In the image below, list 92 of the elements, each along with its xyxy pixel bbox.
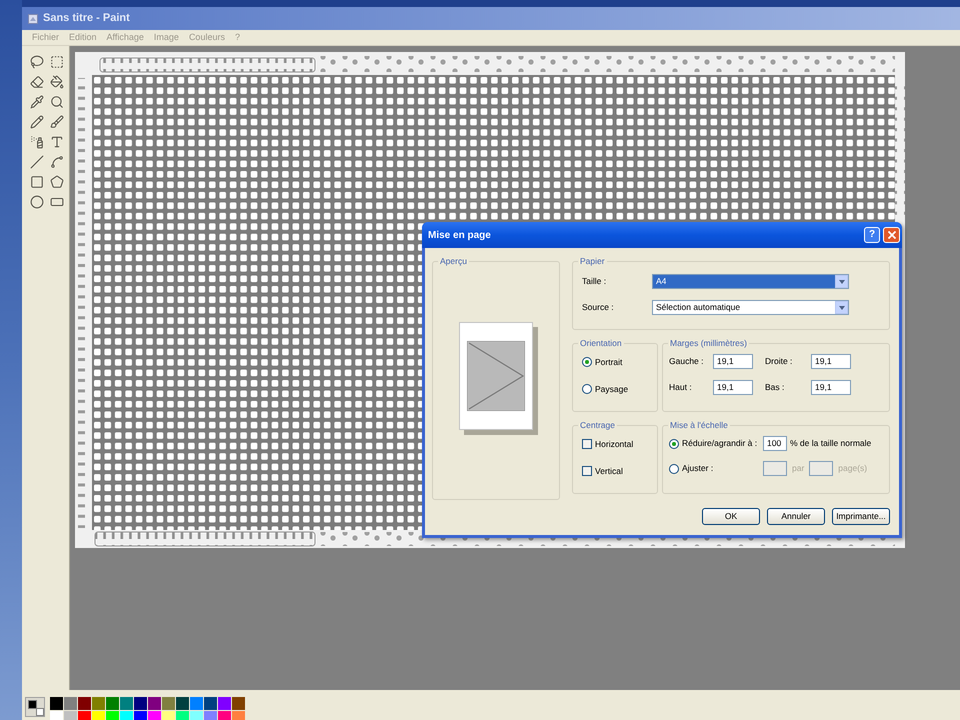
palette-swatch-icon[interactable] <box>204 697 217 710</box>
group-label: Papier <box>579 256 606 266</box>
radio-button[interactable] <box>582 384 592 394</box>
palette-swatch-icon[interactable] <box>106 697 119 710</box>
palette-swatch-icon[interactable] <box>162 697 175 710</box>
palette-swatch-icon[interactable] <box>50 697 63 710</box>
background-swatch-icon[interactable] <box>36 708 44 716</box>
close-icon <box>888 231 896 239</box>
radio-label[interactable]: Réduire/agrandir à : <box>679 437 763 450</box>
palette-swatch-icon[interactable] <box>218 711 231 720</box>
paper-size-select[interactable]: A4 <box>652 274 849 289</box>
palette-swatch-icon[interactable] <box>64 711 77 720</box>
palette-swatch-icon[interactable] <box>148 697 161 710</box>
palette-swatch-icon[interactable] <box>120 697 133 710</box>
dropdown-arrow-icon <box>838 280 844 284</box>
dropdown-arrow-icon <box>838 306 844 310</box>
palette-swatch-icon[interactable] <box>134 711 147 720</box>
polygon-icon[interactable] <box>50 175 64 189</box>
palette-swatch-icon[interactable] <box>190 711 203 720</box>
dropdown-button[interactable] <box>835 301 848 314</box>
rectangle-icon[interactable] <box>30 175 44 189</box>
group-label: Marges (millimètres) <box>669 338 748 348</box>
spray-can-icon[interactable] <box>30 135 44 149</box>
paint-bucket-icon[interactable] <box>50 75 64 89</box>
palette-swatch-icon[interactable] <box>148 711 161 720</box>
field-label: Taille : <box>582 275 608 288</box>
foreground-swatch-icon[interactable] <box>28 700 37 709</box>
magnifier-icon[interactable] <box>50 95 64 109</box>
eraser-icon[interactable] <box>30 75 44 89</box>
curve-icon[interactable] <box>50 155 64 169</box>
palette-swatch-icon[interactable] <box>232 711 245 720</box>
palette-swatch-icon[interactable] <box>78 711 91 720</box>
field-label: Bas : <box>765 381 786 394</box>
palette-swatch-icon[interactable] <box>134 697 147 710</box>
dropdown-button[interactable] <box>835 275 848 288</box>
paper-source-select[interactable]: Sélection automatique <box>652 300 849 315</box>
palette-swatch-icon[interactable] <box>176 697 189 710</box>
checkbox[interactable] <box>582 466 592 476</box>
radio-label[interactable]: Portrait <box>595 356 622 369</box>
lasso-icon[interactable] <box>30 55 44 69</box>
field-label: Source : <box>582 301 615 314</box>
scale-percent-input[interactable]: 100 <box>763 436 787 451</box>
palette-swatch-icon[interactable] <box>50 711 63 720</box>
palette-swatch-icon[interactable] <box>162 711 175 720</box>
palette-swatch-icon[interactable] <box>218 697 231 710</box>
palette-swatch-icon[interactable] <box>92 697 105 710</box>
margin-input[interactable]: 19,1 <box>713 354 753 369</box>
palette-swatch-icon[interactable] <box>78 697 91 710</box>
dashed-square-icon[interactable] <box>50 55 64 69</box>
palette-swatch-icon[interactable] <box>204 711 217 720</box>
app-icon <box>28 14 38 24</box>
palette-swatch-icon[interactable] <box>120 711 133 720</box>
close-button[interactable] <box>883 227 900 243</box>
radio-button[interactable] <box>669 438 679 448</box>
palette-swatch-icon[interactable] <box>190 697 203 710</box>
help-button[interactable]: ? <box>864 227 880 243</box>
palette-swatch-icon[interactable] <box>176 711 189 720</box>
palette-swatch-icon[interactable] <box>64 697 77 710</box>
margin-input[interactable]: 19,1 <box>811 354 851 369</box>
window-title: Sans titre - Paint <box>43 11 130 26</box>
palette-swatch-icon[interactable] <box>92 711 105 720</box>
palette-swatch-icon[interactable] <box>232 697 245 710</box>
separator-label: par <box>791 462 806 475</box>
dialog-button[interactable]: Imprimante... <box>832 508 890 525</box>
field-label: Haut : <box>669 381 693 394</box>
margin-input[interactable]: 19,1 <box>713 380 753 395</box>
pencil-icon[interactable] <box>30 115 44 129</box>
checkbox[interactable] <box>582 439 592 450</box>
field-label: Gauche : <box>669 355 704 368</box>
margin-input[interactable]: 19,1 <box>811 380 851 395</box>
radio-button[interactable] <box>582 357 592 368</box>
group-label: Orientation <box>579 338 623 348</box>
palette-swatch-icon[interactable] <box>106 711 119 720</box>
group-label: Centrage <box>579 420 616 430</box>
radio-label[interactable]: Paysage <box>595 382 628 396</box>
text-tool-icon[interactable] <box>50 135 64 149</box>
eyedropper-icon[interactable] <box>30 95 44 109</box>
preview-thumbnail-drawing <box>467 341 525 411</box>
dialog-title: Mise en page <box>428 228 492 242</box>
unit-label: page(s) <box>837 462 868 475</box>
dialog-button[interactable]: Annuler <box>767 508 825 525</box>
group-label: Aperçu <box>439 256 468 266</box>
group-label: Mise à l'échelle <box>669 420 729 430</box>
line-icon[interactable] <box>30 155 44 169</box>
checkbox-label[interactable]: Horizontal <box>595 438 634 451</box>
checkbox-label[interactable]: Vertical <box>595 464 623 478</box>
unit-label: % de la taille normale <box>789 437 872 450</box>
dialog-button[interactable]: OK <box>702 508 760 525</box>
field-label: Droite : <box>765 355 794 368</box>
ellipse-icon[interactable] <box>30 195 44 209</box>
rounded-rectangle-icon[interactable] <box>50 195 64 209</box>
brush-icon[interactable] <box>50 115 64 129</box>
